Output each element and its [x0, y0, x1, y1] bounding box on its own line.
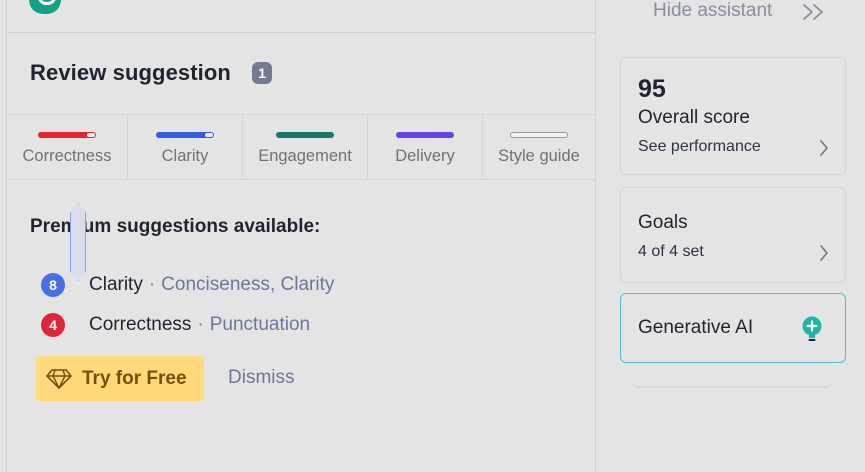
separator: · [197, 314, 204, 335]
tab-style-guide[interactable]: Style guide [483, 115, 595, 179]
style-guide-score-bar [510, 132, 568, 138]
score-value: 95 [638, 75, 666, 103]
delivery-score-bar [396, 132, 454, 138]
tab-correctness[interactable]: Correctness [7, 115, 128, 179]
overall-score-card[interactable]: 95 Overall score See performance [620, 57, 846, 175]
tab-clarity[interactable]: Clarity [128, 115, 243, 179]
premium-item-correctness: 4 Correctness · Punctuation [41, 311, 310, 339]
try-for-free-button[interactable]: Try for Free [36, 356, 204, 401]
lightbulb-plus-icon [802, 316, 822, 341]
divider [7, 32, 595, 33]
tab-label: Style guide [498, 147, 580, 165]
clarity-score-bar [156, 132, 214, 138]
grammarly-logo [29, 0, 61, 14]
tab-label: Clarity [161, 147, 209, 165]
suggestions-panel: Review suggestion 1 Correctness Clarity … [6, 0, 596, 472]
hide-assistant-label: Hide assistant [653, 0, 773, 21]
premium-item-clarity: 8 Clarity · Conciseness, Clarity [41, 271, 334, 299]
category-name: Correctness [89, 314, 192, 335]
see-performance-link[interactable]: See performance [638, 138, 761, 156]
generative-ai-card[interactable]: Generative AI [620, 293, 846, 363]
category-name: Clarity [89, 274, 143, 295]
genai-label: Generative AI [638, 317, 754, 338]
count-badge: 8 [41, 273, 65, 297]
goals-label: Goals [638, 212, 688, 233]
hide-assistant-button[interactable]: Hide assistant [653, 0, 823, 22]
tab-label: Delivery [395, 147, 455, 165]
category-details: Conciseness, Clarity [161, 274, 335, 295]
goals-status: 4 of 4 set [638, 243, 704, 260]
text-cursor-handle[interactable] [70, 203, 86, 281]
suggestion-count-badge: 1 [252, 62, 272, 84]
goals-card[interactable]: Goals 4 of 4 set [620, 187, 846, 283]
tab-delivery[interactable]: Delivery [368, 115, 483, 179]
tab-label: Engagement [258, 147, 352, 165]
score-label: Overall score [638, 107, 750, 128]
dismiss-button[interactable]: Dismiss [228, 367, 295, 389]
chevron-right-icon [820, 140, 828, 156]
correctness-score-bar [38, 132, 96, 138]
divider [636, 386, 828, 388]
chevron-right-icon [820, 245, 828, 261]
app-window: Review suggestion 1 Correctness Clarity … [0, 0, 865, 472]
count-badge: 4 [41, 313, 65, 337]
separator: · [148, 274, 156, 295]
tab-label: Correctness [22, 147, 112, 165]
diamond-icon [46, 368, 72, 389]
category-details: Punctuation [209, 314, 311, 335]
category-tabs: Correctness Clarity Engagement Delivery … [7, 114, 595, 180]
engagement-score-bar [276, 132, 334, 138]
page-title: Review suggestion [30, 60, 231, 85]
tab-engagement[interactable]: Engagement [243, 115, 368, 179]
double-chevron-right-icon [803, 4, 823, 20]
try-label: Try for Free [82, 367, 187, 389]
